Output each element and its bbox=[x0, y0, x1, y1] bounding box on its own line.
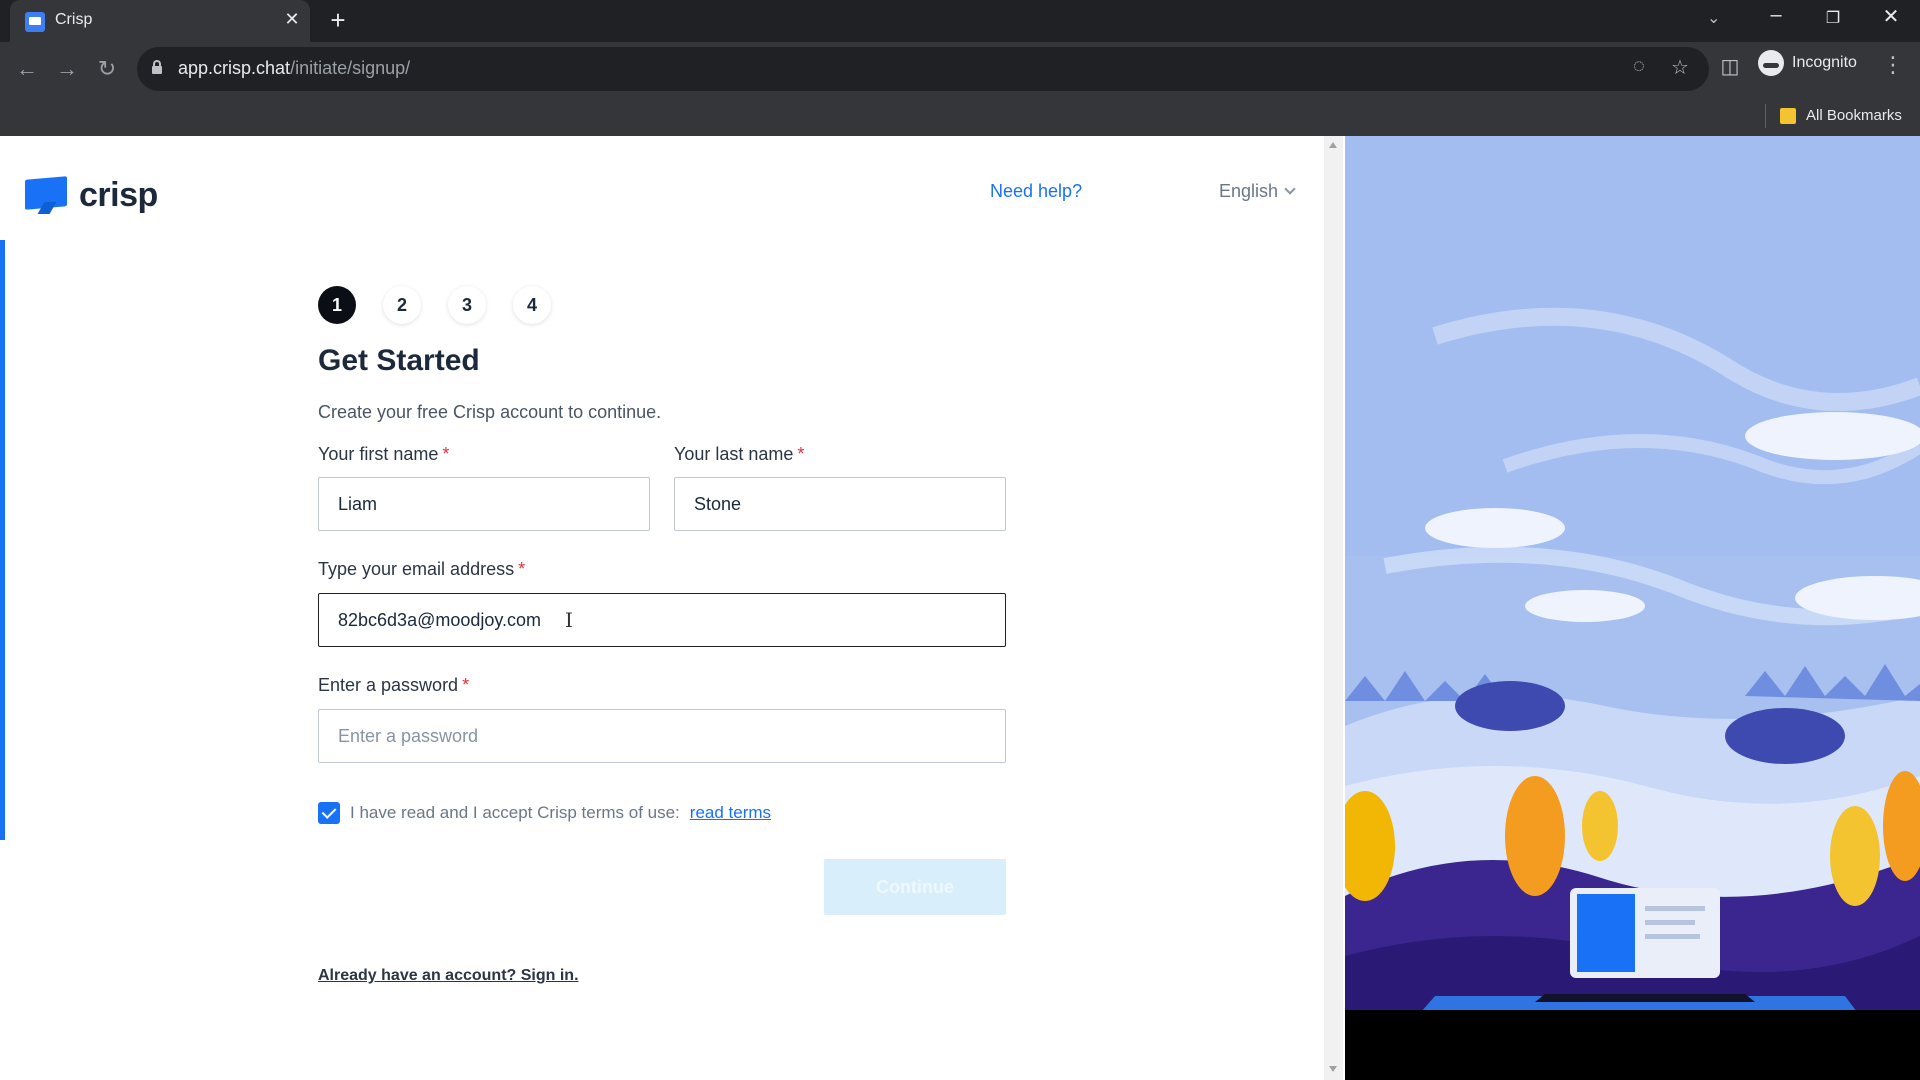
page-content: crisp Need help? English 1 2 3 4 Get Sta… bbox=[0, 136, 1920, 1080]
crisp-logo-icon bbox=[25, 175, 67, 214]
bookmarks-divider bbox=[1765, 104, 1766, 128]
restore-icon[interactable]: ❐ bbox=[1813, 8, 1853, 28]
need-help-link[interactable]: Need help? bbox=[990, 181, 1082, 202]
sidebar-icon[interactable]: ◫ bbox=[1716, 54, 1744, 79]
text-cursor-icon: I bbox=[565, 608, 573, 632]
last-name-label: Your last name * bbox=[674, 444, 804, 465]
continue-button[interactable]: Continue bbox=[824, 859, 1006, 915]
language-label: English bbox=[1219, 181, 1279, 201]
first-name-field[interactable]: Liam bbox=[318, 477, 650, 531]
chevron-down-icon bbox=[1284, 183, 1296, 195]
lock-icon[interactable] bbox=[152, 60, 162, 74]
step-indicator: 1 2 3 4 bbox=[318, 286, 551, 324]
step-2: 2 bbox=[383, 286, 421, 324]
browser-tab[interactable]: Crisp ✕ bbox=[10, 0, 310, 42]
reload-icon[interactable]: ↻ bbox=[90, 52, 124, 86]
left-accent-bar bbox=[0, 240, 5, 840]
terms-row: I have read and I accept Crisp terms of … bbox=[318, 802, 771, 824]
star-icon[interactable]: ☆ bbox=[1666, 55, 1694, 80]
url-domain: app.crisp.chat bbox=[178, 58, 291, 78]
forward-icon[interactable]: → bbox=[50, 52, 84, 86]
url-path: /initiate/signup/ bbox=[290, 58, 411, 78]
url-text[interactable]: app.crisp.chat/initiate/signup/ bbox=[178, 58, 410, 79]
crisp-favicon-icon bbox=[25, 12, 45, 32]
required-marker: * bbox=[462, 675, 470, 695]
step-1: 1 bbox=[318, 286, 356, 324]
incognito-badge[interactable]: Incognito bbox=[1752, 48, 1867, 78]
tab-search-icon[interactable]: ⌄ bbox=[1707, 8, 1720, 28]
new-tab-button[interactable]: + bbox=[326, 5, 350, 36]
bookmarks-bar: All Bookmarks bbox=[0, 96, 1920, 136]
required-marker: * bbox=[518, 559, 526, 579]
tab-close-icon[interactable]: ✕ bbox=[282, 9, 302, 30]
window-close-icon[interactable]: ✕ bbox=[1871, 4, 1911, 29]
terms-checkbox[interactable] bbox=[318, 802, 340, 824]
scroll-down-arrow-icon[interactable] bbox=[1329, 1066, 1337, 1072]
page-title: Get Started bbox=[318, 344, 480, 377]
crisp-logo[interactable]: crisp bbox=[25, 175, 158, 215]
tab-title: Crisp bbox=[55, 11, 93, 28]
all-bookmarks-link[interactable]: All Bookmarks bbox=[1806, 107, 1902, 124]
last-name-field[interactable]: Stone bbox=[674, 477, 1006, 531]
sign-in-link[interactable]: Already have an account? Sign in. bbox=[318, 967, 579, 985]
menu-icon[interactable]: ⋮ bbox=[1882, 52, 1904, 78]
signup-illustration bbox=[1345, 136, 1920, 1080]
email-label-text: Type your email address bbox=[318, 559, 515, 579]
folder-icon[interactable] bbox=[1780, 108, 1796, 124]
first-name-label-text: Your first name bbox=[318, 444, 439, 464]
incognito-icon bbox=[1758, 50, 1784, 76]
page-scrollbar[interactable] bbox=[1324, 136, 1343, 1080]
terms-text: I have read and I accept Crisp terms of … bbox=[350, 803, 680, 822]
browser-titlebar: Crisp ✕ + ⌄ – ❐ ✕ bbox=[0, 0, 1920, 42]
eye-off-icon[interactable]: ◌ bbox=[1625, 55, 1653, 78]
email-label: Type your email address * bbox=[318, 559, 525, 580]
password-label-text: Enter a password bbox=[318, 675, 459, 695]
step-3: 3 bbox=[448, 286, 486, 324]
step-4: 4 bbox=[513, 286, 551, 324]
incognito-label: Incognito bbox=[1792, 54, 1857, 71]
browser-toolbar: ← → ↻ app.crisp.chat/initiate/signup/ ◌ … bbox=[0, 42, 1920, 96]
scroll-up-arrow-icon[interactable] bbox=[1329, 142, 1337, 148]
back-icon[interactable]: ← bbox=[10, 52, 44, 86]
email-field[interactable]: 82bc6d3a@moodjoy.com bbox=[318, 593, 1006, 647]
minimize-icon[interactable]: – bbox=[1756, 4, 1796, 27]
required-marker: * bbox=[797, 444, 805, 464]
last-name-label-text: Your last name bbox=[674, 444, 794, 464]
first-name-label: Your first name * bbox=[318, 444, 449, 465]
language-selector[interactable]: English bbox=[1219, 181, 1296, 202]
read-terms-link[interactable]: read terms bbox=[690, 803, 771, 823]
required-marker: * bbox=[442, 444, 450, 464]
page-subtitle: Create your free Crisp account to contin… bbox=[318, 402, 662, 422]
logo-text: crisp bbox=[79, 176, 158, 214]
password-label: Enter a password * bbox=[318, 675, 469, 696]
password-field[interactable] bbox=[318, 709, 1006, 763]
